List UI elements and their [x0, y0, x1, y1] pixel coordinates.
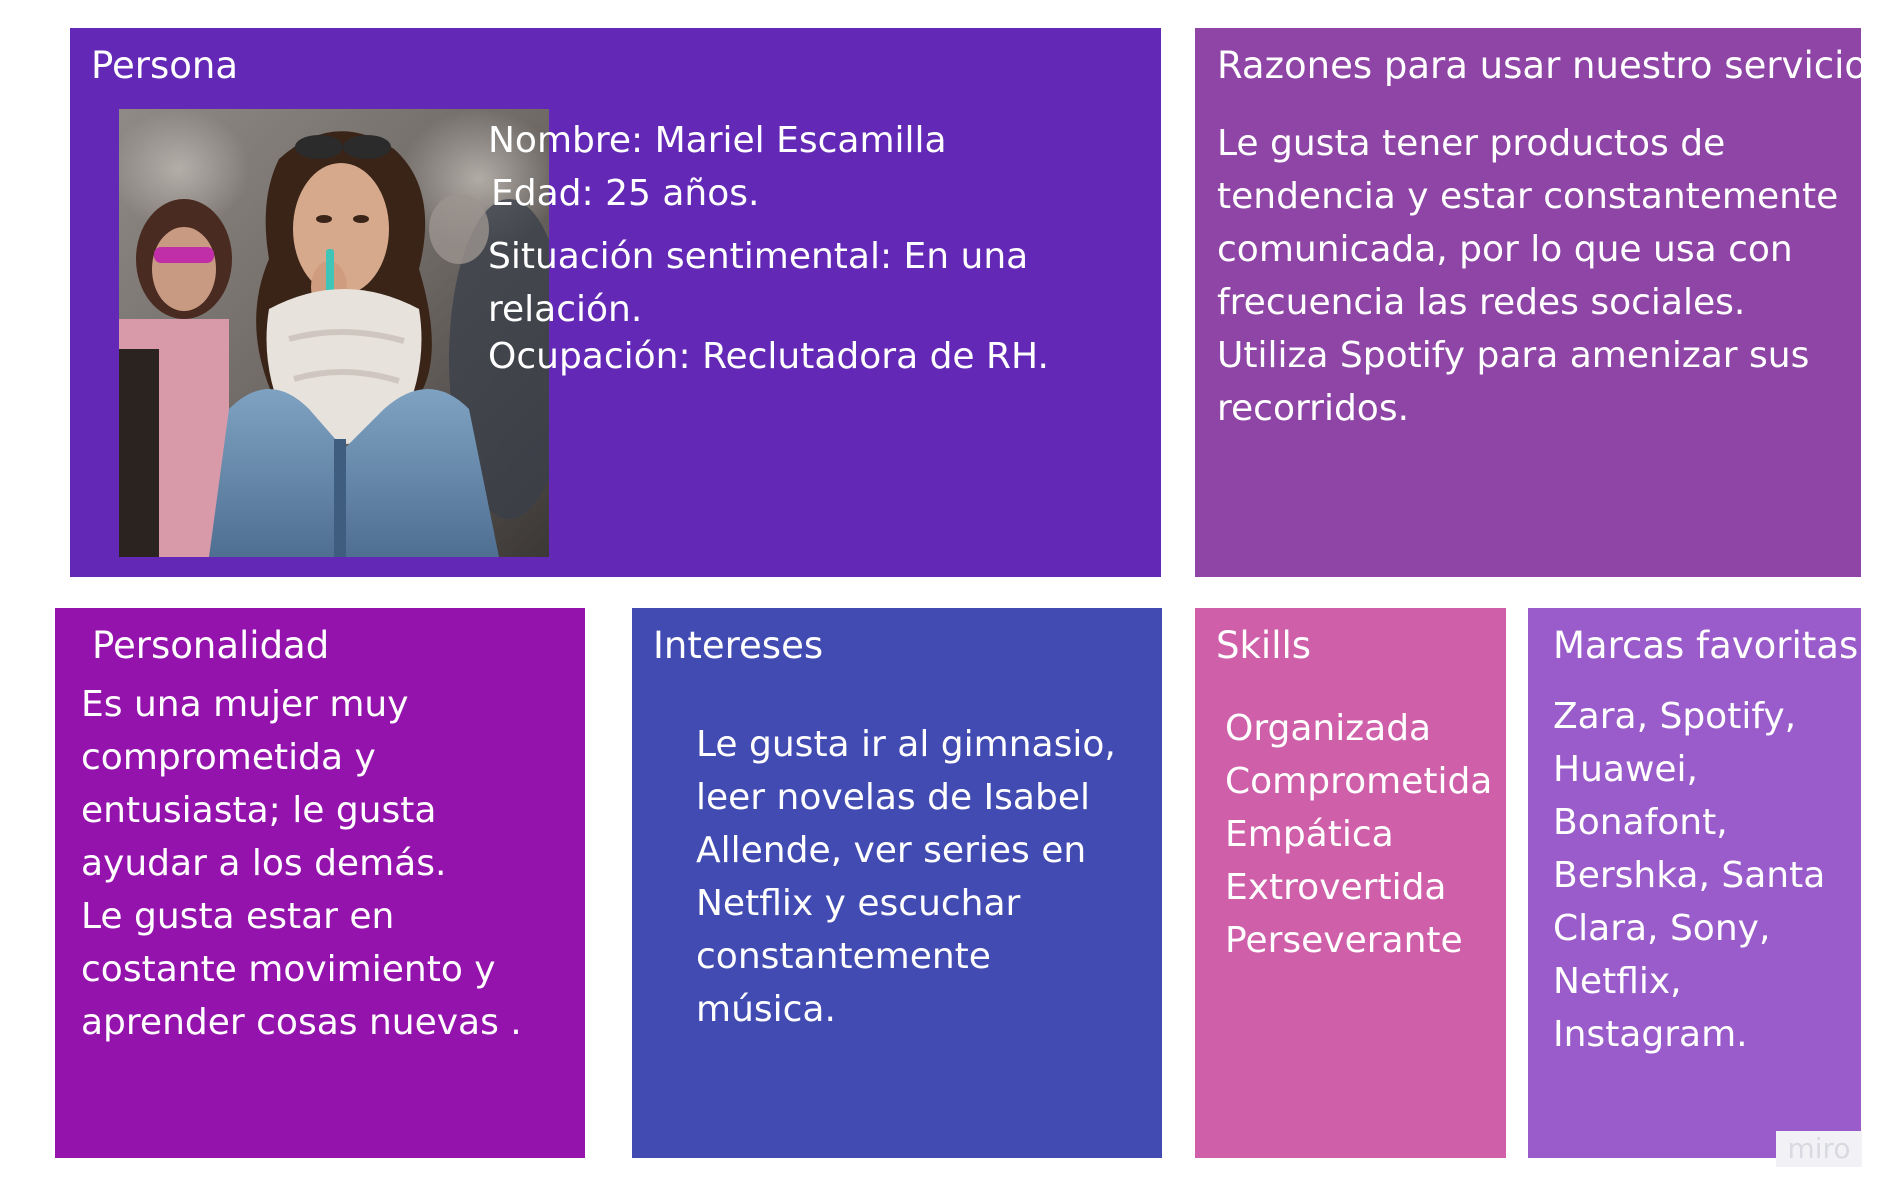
skill-item: Extrovertida — [1225, 867, 1447, 908]
persona-name: Nombre: Mariel Escamilla — [488, 120, 947, 161]
persona-relationship: Situación sentimental: En una — [488, 236, 1029, 277]
persona-photo — [119, 109, 549, 557]
skills-list: Organizada Comprometida Empática Extrove… — [1225, 702, 1492, 967]
personalidad-line: comprometida y — [81, 737, 376, 778]
watermark-logo: miro — [1776, 1131, 1862, 1167]
intereses-line: música. — [696, 989, 836, 1030]
marcas-card: Marcas favoritas Zara, Spotify, Huawei, … — [1528, 608, 1861, 1158]
marcas-line: Huawei, — [1553, 749, 1698, 790]
skill-item: Comprometida — [1225, 761, 1493, 802]
personalidad-line: ayudar a los demás. — [81, 843, 447, 884]
razones-card: Razones para usar nuestro servicios Le g… — [1195, 28, 1877, 577]
persona-age: Edad: 25 años. — [491, 173, 760, 214]
persona-details: Nombre: Mariel Escamilla Edad: 25 años. … — [488, 114, 1049, 383]
marcas-line: Instagram. — [1553, 1014, 1748, 1055]
personalidad-line: aprender cosas nuevas . — [81, 1002, 522, 1043]
intereses-line: leer novelas de Isabel — [696, 777, 1090, 818]
personalidad-line: Es una mujer muy — [81, 684, 409, 725]
razones-line: Utiliza Spotify para amenizar sus — [1217, 335, 1810, 376]
razones-text: Le gusta tener productos de tendencia y … — [1217, 117, 1838, 435]
marcas-line: Zara, Spotify, — [1553, 696, 1797, 737]
personalidad-line: entusiasta; le gusta — [81, 790, 437, 831]
razones-title: Razones para usar nuestro servicios — [1217, 44, 1877, 87]
intereses-line: Le gusta ir al gimnasio, — [696, 724, 1116, 765]
intereses-line: Allende, ver series en — [696, 830, 1087, 871]
razones-line: tendencia y estar constantemente — [1217, 176, 1839, 217]
skill-item: Empática — [1225, 814, 1394, 855]
razones-line: comunicada, por lo que usa con — [1217, 229, 1793, 270]
skill-item: Organizada — [1225, 708, 1432, 749]
persona-card: Persona Nombre: Mariel Escamilla Edad: 2… — [70, 28, 1161, 577]
intereses-title: Intereses — [653, 624, 824, 667]
intereses-card: Intereses Le gusta ir al gimnasio, leer … — [632, 608, 1162, 1158]
intereses-line: constantemente — [696, 936, 991, 977]
skills-title: Skills — [1216, 624, 1312, 667]
persona-title: Persona — [91, 44, 239, 87]
personalidad-text: Es una mujer muy comprometida y entusias… — [81, 678, 522, 1049]
marcas-line: Bonafont, — [1553, 802, 1728, 843]
razones-line: Le gusta tener productos de — [1217, 123, 1726, 164]
personalidad-title: Personalidad — [92, 624, 330, 667]
marcas-line: Clara, Sony, — [1553, 908, 1771, 949]
intereses-text: Le gusta ir al gimnasio, leer novelas de… — [696, 718, 1116, 1036]
marcas-line: Bershka, Santa — [1553, 855, 1826, 896]
marcas-title: Marcas favoritas — [1553, 624, 1859, 667]
skills-card: Skills Organizada Comprometida Empática … — [1195, 608, 1506, 1158]
persona-relationship-cont: relación. — [488, 289, 643, 330]
personalidad-line: Le gusta estar en — [81, 896, 395, 937]
razones-line: recorridos. — [1217, 388, 1410, 429]
personalidad-line: costante movimiento y — [81, 949, 496, 990]
razones-line: frecuencia las redes sociales. — [1217, 282, 1746, 323]
intereses-line: Netflix y escuchar — [696, 883, 1021, 924]
marcas-line: Netflix, — [1553, 961, 1682, 1002]
persona-occupation: Ocupación: Reclutadora de RH. — [488, 336, 1049, 377]
marcas-text: Zara, Spotify, Huawei, Bonafont, Bershka… — [1553, 690, 1825, 1061]
personalidad-card: Personalidad Es una mujer muy comprometi… — [55, 608, 585, 1158]
skill-item: Perseverante — [1225, 920, 1463, 961]
